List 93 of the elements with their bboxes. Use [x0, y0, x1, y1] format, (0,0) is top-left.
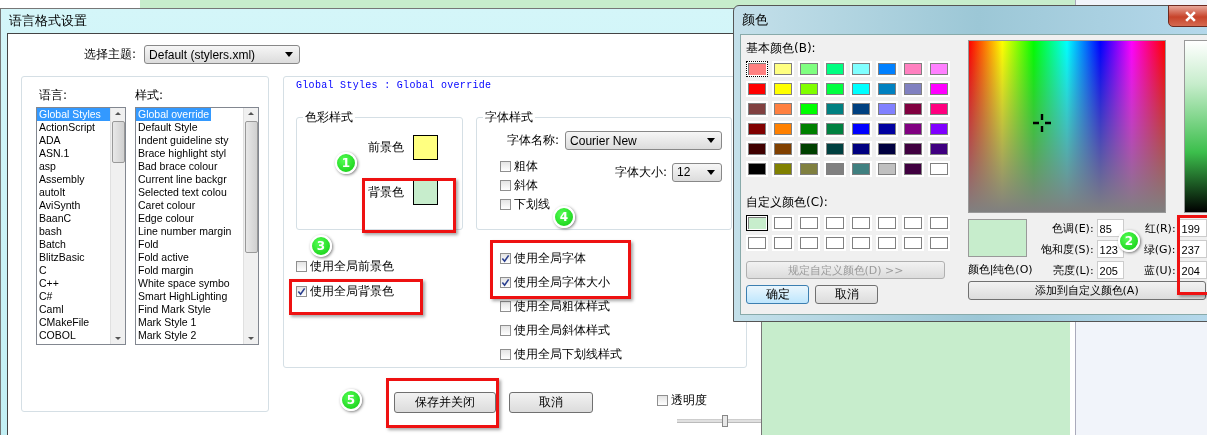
group-title: 字体样式: [484, 109, 534, 126]
list-item[interactable]: Bad brace colour: [136, 160, 220, 173]
checkbox[interactable]: 使用全局下划线样式: [500, 346, 622, 363]
group-title: 色彩样式: [304, 109, 354, 126]
field-label: 字体名称:: [507, 132, 560, 149]
field-label: 选择主题:: [84, 46, 137, 63]
list-item[interactable]: bash: [37, 225, 64, 238]
list-item[interactable]: Mark Style 2: [136, 329, 199, 342]
list-item[interactable]: Fold margin: [136, 264, 196, 277]
input-field[interactable]: 123: [1096, 240, 1124, 258]
close-button[interactable]: [1168, 5, 1207, 27]
field-label: 蓝(U):: [1144, 262, 1177, 278]
field-label: 绿(G):: [1143, 241, 1177, 257]
list-item[interactable]: autoIt: [37, 186, 68, 199]
checkbox[interactable]: 使用全局字体大小: [500, 274, 610, 291]
list-item[interactable]: asp: [37, 160, 58, 173]
grid-label: 自定义颜色(C):: [746, 194, 829, 211]
ok-button[interactable]: 确定: [746, 285, 809, 304]
color-spectrum[interactable]: [967, 40, 1166, 213]
input-field[interactable]: 237: [1178, 240, 1207, 258]
list-label: 样式:: [135, 87, 165, 104]
field-label: 红(R):: [1144, 220, 1177, 236]
list-item[interactable]: ASN.1: [37, 147, 72, 160]
field-label: 色调(E):: [1052, 220, 1095, 236]
checkmark-icon: [501, 254, 510, 263]
list-item[interactable]: Smart HighLighting: [136, 290, 230, 303]
list-item[interactable]: Default Style: [136, 121, 200, 134]
checkbox[interactable]: 使用全局字体: [500, 250, 586, 267]
dropdown[interactable]: 12: [672, 162, 723, 182]
list-item[interactable]: C: [37, 264, 49, 277]
list-item[interactable]: ADA: [37, 134, 63, 147]
add-color-button[interactable]: 添加到自定义颜色(A): [967, 281, 1206, 300]
list-item[interactable]: Current line backgr: [136, 173, 229, 186]
scrollbar[interactable]: [243, 108, 258, 344]
checkbox[interactable]: 使用全局前景色: [296, 258, 394, 275]
field-label: 字体大小:: [615, 163, 668, 181]
save-button[interactable]: 保存并关闭: [394, 392, 496, 413]
list-item[interactable]: C++: [37, 277, 61, 290]
list-item[interactable]: Line number margin: [136, 225, 234, 238]
field-label: 背景色: [368, 184, 404, 201]
scrollbar[interactable]: [110, 108, 125, 344]
luminance-bar[interactable]: [1183, 40, 1207, 213]
list-item[interactable]: Selected text colou: [136, 186, 229, 199]
preview-label: 颜色|纯色(O): [967, 262, 1033, 277]
input-field[interactable]: 85: [1096, 219, 1124, 237]
checkmark-icon: [501, 278, 510, 287]
window-title: 颜色: [742, 11, 768, 29]
color-swatch[interactable]: [413, 180, 438, 205]
cancel-button[interactable]: 取消: [509, 392, 593, 413]
list-item[interactable]: Brace highlight styl: [136, 147, 229, 160]
checkbox[interactable]: 使用全局粗体样式: [500, 298, 610, 315]
checkmark-icon: [297, 287, 306, 296]
field-label: 饱和度(S):: [1041, 241, 1095, 257]
list-item[interactable]: Fold: [136, 238, 161, 251]
close-icon: [1184, 10, 1197, 22]
field-label: 亮度(L):: [1053, 262, 1095, 278]
cancel-button[interactable]: 取消: [815, 285, 878, 304]
list-item[interactable]: AviSynth: [37, 199, 83, 212]
list-item[interactable]: Indent guideline sty: [136, 134, 231, 147]
list-item[interactable]: Mark Style 1: [136, 316, 199, 329]
list-label: 语言:: [39, 87, 69, 104]
list-item[interactable]: Find Mark Style: [136, 303, 213, 316]
list-item[interactable]: BaanC: [37, 212, 74, 225]
input-field[interactable]: 199: [1178, 219, 1207, 237]
list-item[interactable]: Assembly: [37, 173, 87, 186]
checkbox[interactable]: 使用全局背景色: [296, 283, 394, 300]
dropdown[interactable]: Courier New: [565, 131, 723, 150]
window-title: 语言格式设置: [9, 12, 87, 30]
input-field[interactable]: 204: [1178, 261, 1207, 279]
list-item[interactable]: Caret colour: [136, 199, 198, 212]
checkbox[interactable]: 粗体: [500, 158, 538, 175]
list-item[interactable]: Fold active: [136, 251, 191, 264]
checkbox[interactable]: 使用全局斜体样式: [500, 322, 610, 339]
list-item[interactable]: Batch: [37, 238, 68, 251]
field-label: 前景色: [368, 139, 404, 156]
crosshair-icon: [1032, 114, 1051, 132]
color-swatch[interactable]: [413, 135, 438, 160]
checkbox[interactable]: 下划线: [500, 196, 550, 213]
list-item[interactable]: White space symbo: [136, 277, 232, 290]
grid-label: 基本颜色(B):: [746, 40, 817, 57]
list-item[interactable]: COBOL: [37, 329, 78, 342]
list-item[interactable]: CMakeFile: [37, 316, 92, 329]
style-heading: Global Styles : Global override: [296, 80, 493, 91]
checkbox[interactable]: 斜体: [500, 177, 538, 194]
input-field[interactable]: 205: [1096, 261, 1124, 279]
slider-thumb[interactable]: [721, 415, 728, 427]
list-item[interactable]: ActionScript: [37, 121, 98, 134]
list-item[interactable]: BlitzBasic: [37, 251, 87, 264]
list-item[interactable]: Caml: [37, 303, 66, 316]
list-item[interactable]: Edge colour: [136, 212, 197, 225]
list-item[interactable]: C#: [37, 290, 55, 303]
dropdown[interactable]: Default (stylers.xml): [144, 45, 301, 64]
checkbox[interactable]: 透明度: [657, 392, 707, 409]
